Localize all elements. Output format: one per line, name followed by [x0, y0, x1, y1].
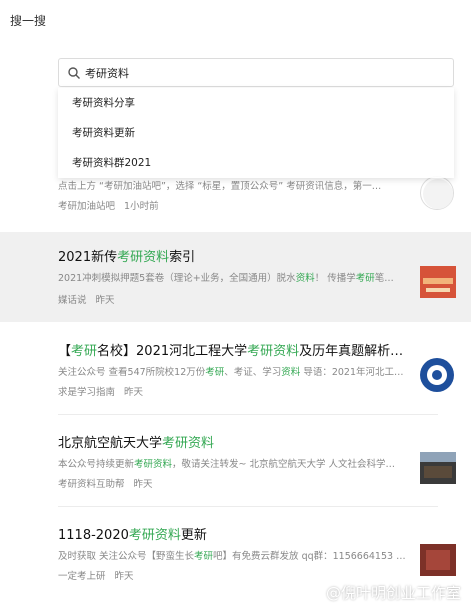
desc-highlight: 考研 [355, 273, 375, 284]
result-time: 昨天 [114, 571, 134, 582]
result-meta: 一定考上研 昨天 [58, 568, 134, 582]
thumbnail-image [420, 544, 456, 576]
divider [58, 414, 438, 415]
result-meta: 考研资料互助帮 昨天 [58, 476, 153, 490]
result-title[interactable]: 北京航空航天大学考研资料 [58, 432, 214, 451]
result-item[interactable]: 北京航空航天大学考研资料 本公众号持续更新考研资料，敬请关注转发~ 北京航空航天… [0, 416, 471, 508]
desc-highlight: 考研资料 [134, 459, 173, 470]
title-highlight: 考研资料 [128, 528, 181, 543]
desc-part: 关注公众号 查看547所院校12万份 [58, 367, 206, 378]
desc-part: ，敬请关注转发~ 北京航空航天大学 人文社会科学… [172, 459, 396, 470]
result-source: 一定考上研 [58, 571, 106, 582]
result-thumbnail [420, 266, 456, 298]
desc-part: 导语：2021年河北工… [300, 367, 404, 378]
desc-part: 、考证、学习 [224, 367, 282, 378]
result-thumbnail [420, 452, 456, 484]
desc-part: 2021冲刺模拟押题5套卷（理论+业务，全国通用）脱水 [58, 273, 296, 284]
result-time: 1小时前 [124, 201, 159, 212]
suggestion-dropdown: 考研资料分享 考研资料更新 考研资料群2021 [58, 88, 454, 178]
search-input[interactable]: 考研资料 [58, 58, 454, 87]
thumbnail-image [420, 452, 456, 484]
result-thumbnail [420, 176, 454, 210]
thumbnail-image [420, 266, 456, 298]
result-item[interactable]: 2021新传考研资料索引 2021冲刺模拟押题5套卷（理论+业务，全国通用）脱水… [0, 232, 471, 322]
result-desc: 本公众号持续更新考研资料，敬请关注转发~ 北京航空航天大学 人文社会科学… [58, 456, 410, 470]
desc-highlight: 资料 [281, 367, 301, 378]
divider [58, 506, 438, 507]
result-source: 考研加油站吧 [58, 201, 116, 212]
result-source: 求是学习指南 [58, 387, 116, 398]
title-part: 【 [58, 344, 72, 359]
desc-part: ！ 传播学 [314, 273, 356, 284]
result-item[interactable]: 【考研名校】2021河北工程大学考研资料及历年真题解析… 关注公众号 查看547… [0, 322, 471, 416]
desc-part: 吧】有免费云群发放 qq群：1156664153 … [213, 551, 406, 562]
title-part: 更新 [180, 528, 207, 543]
result-meta: 求是学习指南 昨天 [58, 384, 143, 398]
title-part: 北京航空航天大学 [58, 436, 163, 451]
page-title: 搜一搜 [10, 14, 47, 28]
result-source: 媒话说 [58, 295, 87, 306]
search-query[interactable]: 考研资料 [85, 65, 129, 81]
thumbnail-image [423, 179, 453, 209]
search-icon [68, 67, 80, 79]
title-part: 及历年真题解析… [299, 344, 404, 359]
result-desc: 及时获取 关注公众号【野蛮生长考研吧】有免费云群发放 qq群：115666415… [58, 548, 410, 562]
result-desc: 点击上方 “考研加油站吧”，选择 “标星，置顶公众号” 考研资讯信息，第一… [58, 181, 382, 192]
result-meta: 媒话说 昨天 [58, 292, 115, 306]
desc-part: 及时获取 关注公众号【野蛮生长 [58, 551, 195, 562]
result-time: 昨天 [124, 387, 144, 398]
title-part: 名校】2021河北工程大学 [97, 344, 248, 359]
result-desc: 2021冲刺模拟押题5套卷（理论+业务，全国通用）脱水资料！ 传播学考研笔… [58, 270, 410, 284]
title-part: 1118-2020 [58, 528, 129, 543]
result-time: 昨天 [95, 295, 115, 306]
suggestion-item[interactable]: 考研资料分享 [58, 88, 454, 118]
desc-part: 笔… [374, 273, 394, 284]
title-highlight: 考研资料 [247, 344, 300, 359]
result-desc: 关注公众号 查看547所院校12万份考研、考证、学习资料 导语：2021年河北工… [58, 364, 410, 378]
title-highlight: 考研资料 [117, 250, 170, 265]
result-source: 考研资料互助帮 [58, 479, 125, 490]
desc-highlight: 考研 [194, 551, 214, 562]
result-thumbnail [420, 544, 456, 576]
result-item[interactable]: 点击上方 “考研加油站吧”，选择 “标星，置顶公众号” 考研资讯信息，第一… 考… [0, 170, 471, 232]
title-highlight: 考研 [71, 344, 98, 359]
result-title[interactable]: 【考研名校】2021河北工程大学考研资料及历年真题解析… [58, 340, 403, 359]
title-highlight: 考研资料 [162, 436, 215, 451]
result-thumbnail [420, 358, 454, 392]
desc-highlight: 资料 [295, 273, 315, 284]
watermark: @倪叶明创业工作室 [325, 584, 461, 602]
suggestion-item[interactable]: 考研资料群2021 [58, 148, 454, 178]
result-title[interactable]: 2021新传考研资料索引 [58, 246, 195, 265]
result-time: 昨天 [133, 479, 153, 490]
desc-part: 本公众号持续更新 [58, 459, 135, 470]
emblem-icon [421, 359, 453, 391]
desc-highlight: 考研 [205, 367, 225, 378]
title-part: 索引 [169, 250, 196, 265]
title-part: 2021新传 [58, 250, 118, 265]
result-meta: 考研加油站吧 1小时前 [58, 198, 159, 212]
suggestion-item[interactable]: 考研资料更新 [58, 118, 454, 148]
result-title[interactable]: 1118-2020考研资料更新 [58, 524, 207, 543]
